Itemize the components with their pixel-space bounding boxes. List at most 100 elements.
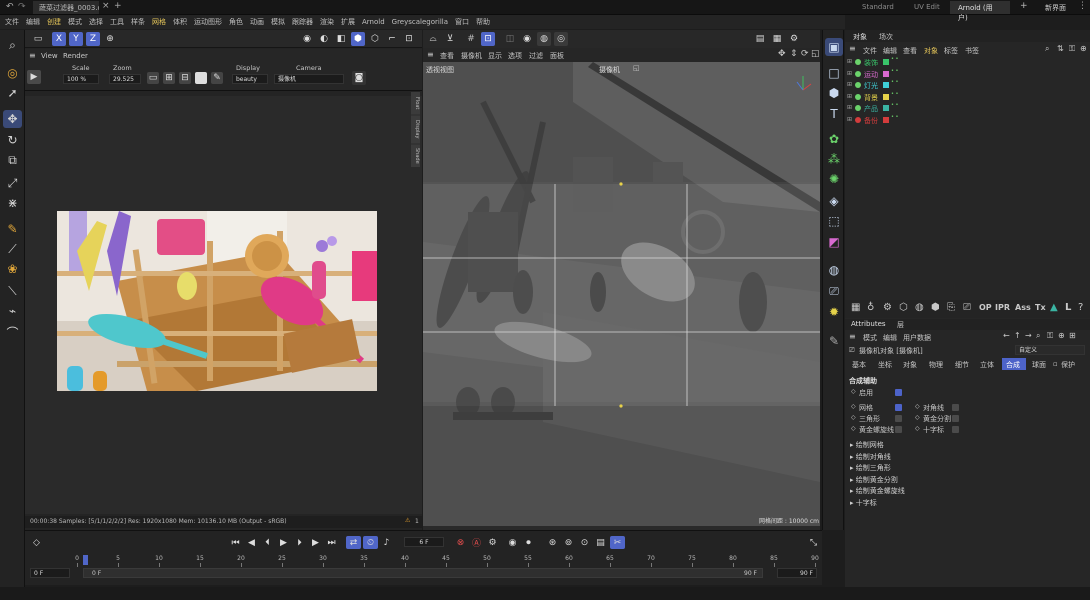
object-row[interactable]: ⊞ 备份 • • bbox=[845, 114, 1090, 126]
picker-icon[interactable]: ✎ bbox=[211, 72, 223, 84]
cursor-icon[interactable]: ➚ bbox=[3, 84, 22, 102]
viewport-menu-options[interactable]: 选项 bbox=[508, 51, 522, 61]
expand-icon[interactable]: ⊞ bbox=[847, 81, 852, 88]
tool-camera-icon[interactable]: ⎚ bbox=[963, 302, 971, 313]
pla-key-icon[interactable]: ⊙ bbox=[578, 536, 591, 549]
camera-icon[interactable]: ⎚ bbox=[825, 282, 843, 300]
range-slider[interactable]: 0 F 90 F bbox=[83, 568, 763, 578]
grid-overlay-icon[interactable]: ⊞ bbox=[163, 72, 175, 84]
visibility-dots-icon[interactable]: • • bbox=[891, 57, 899, 62]
menu-render[interactable]: 渲染 bbox=[320, 17, 334, 27]
view-snap-icon[interactable]: ⊻ bbox=[443, 32, 457, 46]
render-play-button[interactable]: ▶ bbox=[27, 70, 41, 84]
menu-create[interactable]: 创建 bbox=[47, 17, 61, 27]
menu-spline[interactable]: 样条 bbox=[131, 17, 145, 27]
tab-takes[interactable]: 场次 bbox=[879, 32, 893, 42]
attr-lock-icon[interactable]: ⚿ bbox=[1047, 331, 1053, 341]
attribute-group[interactable]: ▸ 绘制黄金螺旋线 bbox=[850, 486, 905, 496]
pos-key-icon[interactable]: ◉ bbox=[506, 536, 519, 549]
layer-color-swatch[interactable] bbox=[883, 70, 889, 77]
section-tab-protect-label[interactable]: 保护 bbox=[1061, 360, 1075, 370]
attr-add-icon[interactable]: ⊞ bbox=[1069, 331, 1076, 340]
tool-l-button[interactable]: L bbox=[1065, 302, 1071, 313]
brush-icon[interactable]: ⟋ bbox=[3, 240, 22, 258]
edge-mode-icon[interactable]: ⬡ bbox=[368, 32, 382, 46]
object-name[interactable]: 运动 bbox=[864, 70, 878, 80]
tool-tx-button[interactable]: Tx bbox=[1035, 303, 1046, 312]
viewport-menu-filter[interactable]: 过滤 bbox=[529, 51, 543, 61]
expand-icon[interactable]: ⊞ bbox=[847, 58, 852, 65]
object-menu-edit[interactable]: 编辑 bbox=[883, 46, 897, 56]
object-lock-icon[interactable]: ⚿ bbox=[1069, 44, 1075, 54]
menu-volume[interactable]: 体积 bbox=[173, 17, 187, 27]
white-bg-icon[interactable] bbox=[195, 72, 207, 84]
tab-close-icon[interactable]: × bbox=[102, 1, 110, 11]
attribute-menu-icon[interactable]: ≡ bbox=[849, 332, 856, 341]
layout-uv-edit[interactable]: UV Edit bbox=[914, 3, 940, 11]
tool-blocks-icon[interactable]: ▦ bbox=[851, 302, 860, 313]
model-mode-icon[interactable]: ◐ bbox=[317, 32, 331, 46]
viewport-camera-icon[interactable]: ◱ bbox=[633, 64, 640, 72]
live-select-icon[interactable]: ◎ bbox=[3, 64, 22, 82]
section-tab-basic[interactable]: 基本 bbox=[852, 360, 866, 370]
coordinate-system-icon[interactable]: ⊕ bbox=[103, 32, 117, 46]
crop-icon[interactable]: ⊟ bbox=[179, 72, 191, 84]
object-name[interactable]: 备份 bbox=[864, 116, 878, 126]
orbit-icon[interactable]: ⟳ bbox=[801, 49, 809, 59]
sculpt-icon[interactable]: ⌁ bbox=[3, 302, 22, 320]
current-frame-field[interactable]: 6 F bbox=[404, 537, 444, 547]
object-menu-icon[interactable]: ≡ bbox=[849, 44, 856, 53]
tool-shield-icon[interactable]: ⬡ bbox=[899, 302, 908, 313]
sound-icon[interactable]: ♪ bbox=[380, 536, 393, 549]
visibility-dots-icon[interactable]: • • bbox=[891, 114, 899, 120]
redo-icon[interactable]: ↷ bbox=[18, 2, 26, 12]
render-picture-viewer-icon[interactable]: ▦ bbox=[770, 32, 784, 46]
layer-color-swatch[interactable] bbox=[883, 82, 889, 88]
tool-doc-icon[interactable]: ⎘ bbox=[947, 302, 955, 313]
transform-icon[interactable]: ⤢ bbox=[3, 174, 22, 192]
zoom-icon[interactable]: ⌕ bbox=[3, 36, 22, 54]
expand-icon[interactable]: ⊞ bbox=[847, 93, 852, 100]
section-tab-composition[interactable]: 合成 bbox=[1002, 358, 1026, 370]
snap-icon[interactable]: ⋇ bbox=[3, 194, 22, 212]
object-filter-icon[interactable]: ⇅ bbox=[1057, 44, 1064, 53]
attribute-group[interactable]: ▸ 绘制网格 bbox=[850, 440, 884, 450]
warning-icon[interactable]: ⚠ bbox=[405, 517, 410, 524]
menu-help[interactable]: 帮助 bbox=[476, 17, 490, 27]
menu-tools[interactable]: 工具 bbox=[110, 17, 124, 27]
triangle-checkbox[interactable] bbox=[895, 415, 902, 422]
generator-icon[interactable]: ⬢ bbox=[825, 84, 843, 102]
arnold-icon[interactable]: ▲ bbox=[1050, 302, 1058, 313]
render-settings-icon[interactable]: ⚙ bbox=[787, 32, 801, 46]
menu-animate[interactable]: 动画 bbox=[250, 17, 264, 27]
zoom-view-icon[interactable]: ⇕ bbox=[790, 49, 798, 59]
uv-mode-icon[interactable]: ⊡ bbox=[402, 32, 416, 46]
viewport-menu-icon[interactable]: ≡ bbox=[427, 50, 434, 59]
menu-file[interactable]: 文件 bbox=[5, 17, 19, 27]
layer-color-swatch[interactable] bbox=[883, 93, 889, 100]
scale-field[interactable]: 100 % bbox=[63, 74, 99, 84]
object-mode-icon[interactable]: ◧ bbox=[334, 32, 348, 46]
render-menu-icon[interactable]: ≡ bbox=[29, 51, 36, 60]
tool-op-button[interactable]: OP bbox=[979, 303, 992, 312]
layout-standard[interactable]: Standard bbox=[862, 3, 894, 11]
timeline-expand-icon[interactable]: ⤡ bbox=[807, 536, 820, 549]
param-key-icon[interactable]: ⊚ bbox=[562, 536, 575, 549]
prev-key-icon[interactable]: ◀ bbox=[245, 536, 258, 549]
scale-icon[interactable]: ⧉ bbox=[3, 151, 22, 169]
menu-edit[interactable]: 编辑 bbox=[26, 17, 40, 27]
max-frame-field[interactable]: 90 F bbox=[777, 568, 817, 578]
effector-icon[interactable]: ✺ bbox=[825, 170, 843, 188]
region-icon[interactable]: ▭ bbox=[147, 72, 159, 84]
object-name[interactable]: 装饰 bbox=[864, 58, 878, 68]
visibility-dots-icon[interactable]: • • bbox=[891, 68, 899, 74]
layer-color-swatch[interactable] bbox=[883, 105, 889, 111]
object-search-icon[interactable]: ⌕ bbox=[1045, 44, 1049, 54]
menu-more-icon[interactable]: ⋮ bbox=[1078, 1, 1087, 11]
view-record-icon[interactable]: ◉ bbox=[520, 32, 534, 46]
attribute-preset-select[interactable]: 自定义 bbox=[1015, 345, 1085, 355]
pan-icon[interactable]: ✥ bbox=[778, 49, 786, 59]
tool-ipr-button[interactable]: IPR bbox=[995, 303, 1010, 312]
attr-new-icon[interactable]: ⊕ bbox=[1058, 331, 1065, 340]
side-tab-display[interactable]: Display bbox=[411, 116, 420, 143]
